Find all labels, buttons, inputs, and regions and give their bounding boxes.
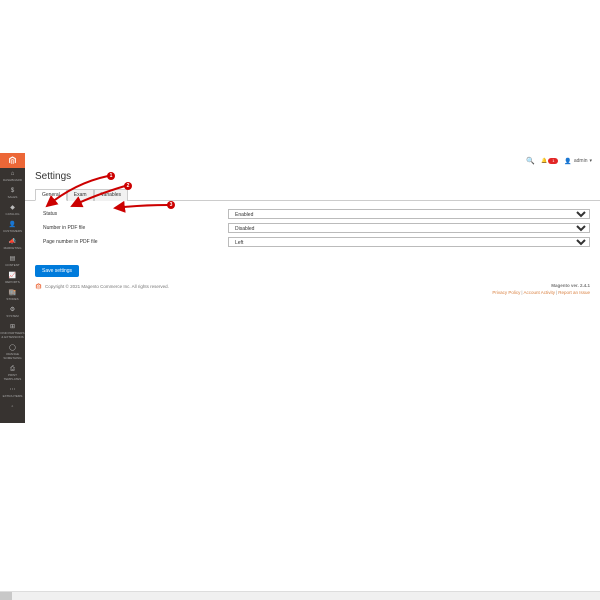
sidebar-item-extra3[interactable]: ◦: [0, 401, 25, 413]
top-bar: 🔍 🔔 1 👤 admin ▾: [25, 153, 600, 169]
marketing-icon: 📣: [9, 239, 16, 245]
notif-badge: 1: [548, 158, 558, 164]
footer: Copyright © 2021 Magento Commerce Inc. A…: [25, 277, 600, 303]
dashboard-icon: ⌂: [11, 171, 15, 177]
settings-form: Status Enabled Number in PDF file Disabl…: [25, 201, 600, 259]
sidebar-item-catalog[interactable]: ◆CATALOG: [0, 202, 25, 219]
tabs: General Exam Variables: [25, 188, 600, 201]
annotation-badge-1: 1: [107, 172, 115, 180]
sidebar-item-dashboard[interactable]: ⌂DASHBOARD: [0, 168, 25, 185]
tab-variables[interactable]: Variables: [94, 189, 128, 201]
save-button[interactable]: Save settings: [35, 265, 79, 277]
form-row: Number in PDF file Disabled: [35, 223, 590, 233]
pagenum-label: Page number in PDF file: [35, 239, 228, 245]
sidebar-item-stores[interactable]: 🏬STORES: [0, 287, 25, 304]
number-select[interactable]: Disabled: [228, 223, 590, 233]
print-icon: ⎙: [10, 366, 15, 372]
copyright-text: Copyright © 2021 Magento Commerce Inc. A…: [45, 284, 169, 289]
partners-icon: ⊞: [10, 324, 15, 330]
stores-icon: 🏬: [9, 290, 16, 296]
sidebar-item-customers[interactable]: 👤CUSTOMERS: [0, 219, 25, 236]
number-label: Number in PDF file: [35, 225, 228, 231]
annotation-badge-3: 3: [167, 201, 175, 209]
circle-icon: ◯: [9, 345, 16, 351]
sidebar-item-partners[interactable]: ⊞FIND PARTNERS & EXTENSIONS: [0, 321, 25, 342]
notifications-button[interactable]: 🔔 1: [541, 158, 558, 164]
content-icon: ▤: [10, 256, 16, 262]
customers-icon: 👤: [9, 222, 16, 228]
sidebar-item-content[interactable]: ▤CONTENT: [0, 253, 25, 270]
user-name: admin: [574, 158, 588, 164]
sales-icon: $: [11, 188, 14, 194]
pagenum-select[interactable]: Left: [228, 237, 590, 247]
tab-general[interactable]: General: [35, 189, 67, 201]
catalog-icon: ◆: [10, 205, 15, 211]
annotation-badge-2: 2: [124, 182, 132, 190]
magento-footer-icon: [35, 283, 42, 290]
status-label: Status: [35, 211, 228, 217]
avatar-icon: 👤: [564, 158, 571, 165]
search-icon[interactable]: 🔍: [526, 157, 535, 165]
form-row: Status Enabled: [35, 209, 590, 219]
admin-sidebar: ⌂DASHBOARD $SALES ◆CATALOG 👤CUSTOMERS 📣M…: [0, 153, 25, 423]
dot-icon: ◦: [11, 404, 13, 410]
version-text: Magento ver. 2.4.1: [551, 283, 590, 288]
sidebar-item-print[interactable]: ⎙PRINT TEMPLATES: [0, 363, 25, 384]
sidebar-item-sales[interactable]: $SALES: [0, 185, 25, 202]
user-menu[interactable]: 👤 admin ▾: [564, 158, 592, 165]
chevron-down-icon: ▾: [589, 158, 592, 164]
dots-icon: ⋯: [10, 387, 16, 393]
sidebar-item-extra2[interactable]: ⋯EXTRA ITEMS: [0, 384, 25, 401]
tab-exam[interactable]: Exam: [67, 189, 94, 201]
sidebar-item-extra1[interactable]: ◯ORANGE SOMETHING: [0, 342, 25, 363]
sidebar-item-system[interactable]: ⚙SYSTEM: [0, 304, 25, 321]
form-row: Page number in PDF file Left: [35, 237, 590, 247]
status-select[interactable]: Enabled: [228, 209, 590, 219]
reports-icon: 📈: [9, 273, 16, 279]
account-link[interactable]: Account Activity: [524, 290, 556, 295]
system-icon: ⚙: [10, 307, 15, 313]
privacy-link[interactable]: Privacy Policy: [492, 290, 520, 295]
sidebar-item-reports[interactable]: 📈REPORTS: [0, 270, 25, 287]
horizontal-scrollbar[interactable]: [0, 591, 600, 600]
magento-logo-icon: [0, 153, 25, 168]
report-link[interactable]: Report an Issue: [558, 290, 590, 295]
bell-icon: 🔔: [541, 158, 547, 164]
scrollbar-thumb[interactable]: [0, 592, 12, 600]
main-content: 🔍 🔔 1 👤 admin ▾ Settings General Exam Va…: [25, 153, 600, 423]
sidebar-item-marketing[interactable]: 📣MARKETING: [0, 236, 25, 253]
